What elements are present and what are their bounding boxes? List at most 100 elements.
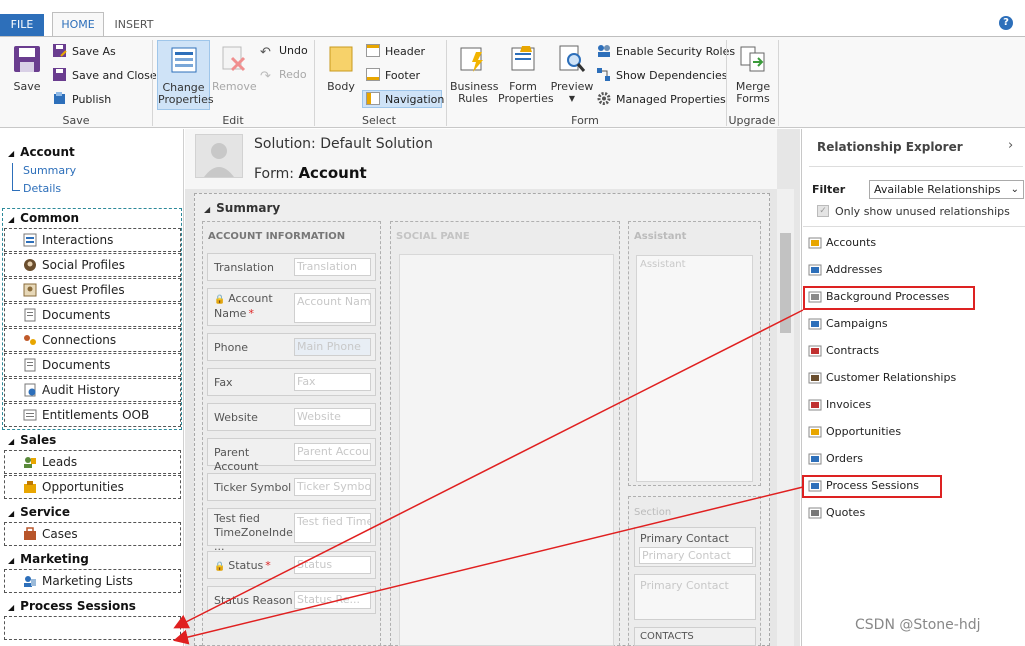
nav-item-documents[interactable]: Documents (4, 303, 181, 327)
primary-contact-card[interactable]: Primary Contact (634, 574, 756, 620)
save-as-button[interactable]: Save As (53, 44, 116, 59)
guest-profiles-icon (23, 283, 37, 297)
form-field[interactable]: Ticker Symbol Ticker Symbol (207, 473, 376, 501)
summary-tab-title[interactable]: ◢ Summary (204, 201, 280, 215)
nav-item-leads[interactable]: Leads (4, 450, 181, 474)
redo-button[interactable]: ↷ Redo (260, 68, 307, 84)
show-dependencies-button[interactable]: Show Dependencies (597, 68, 727, 83)
form-field-input[interactable]: Translation (294, 258, 371, 276)
nav-section-account[interactable]: ◢ Account (8, 145, 75, 159)
form-field[interactable]: Website Website (207, 403, 376, 431)
navigation-button[interactable]: Navigation (362, 90, 444, 108)
relationship-item-opportunities[interactable]: Opportunities (806, 421, 1016, 443)
nav-item-connections[interactable]: Connections (4, 328, 181, 352)
form-field-input[interactable]: Website (294, 408, 371, 426)
relationship-item-campaigns[interactable]: Campaigns (806, 313, 1016, 335)
nav-item-documents-2[interactable]: Documents (4, 353, 181, 377)
nav-item-label: Documents (42, 308, 111, 322)
filter-select[interactable]: Available Relationships ⌄ (869, 180, 1024, 199)
form-field[interactable]: Phone Main Phone (207, 333, 376, 361)
collapse-triangle-icon[interactable]: ◢ (8, 509, 14, 518)
form-field[interactable]: 🔒 Status * Status (207, 551, 376, 579)
header-button[interactable]: Header (366, 44, 425, 59)
collapse-triangle-icon[interactable]: ◢ (8, 149, 14, 158)
nav-item-guest-profiles[interactable]: Guest Profiles (4, 278, 181, 302)
nav-item-entitlements-oob[interactable]: Entitlements OOB (4, 403, 181, 427)
footer-button[interactable]: Footer (366, 68, 420, 83)
merge-forms-button[interactable]: Merge Forms (731, 44, 775, 105)
collapse-triangle-icon[interactable]: ◢ (8, 437, 14, 446)
undo-button[interactable]: ↶ Undo (260, 44, 308, 60)
business-rules-button[interactable]: Business Rules (450, 44, 499, 105)
nav-section-sales[interactable]: ◢ Sales (8, 433, 56, 447)
collapse-triangle-icon[interactable]: ◢ (8, 215, 14, 224)
tab-file[interactable]: FILE (0, 14, 44, 36)
relationship-item-accounts[interactable]: Accounts (806, 232, 1016, 254)
lock-icon: 🔒 (214, 562, 226, 572)
save-button[interactable]: Save (6, 44, 48, 93)
nav-item-cases[interactable]: Cases (4, 522, 181, 546)
preview-dropdown-icon[interactable]: ▼ (550, 93, 594, 105)
primary-contact-field[interactable]: Primary Contact Primary Contact (634, 527, 756, 567)
body-button[interactable]: Body (322, 44, 360, 93)
contacts-subgrid[interactable]: CONTACTS (634, 627, 756, 646)
form-field[interactable]: Status Reason Status Re... (207, 586, 376, 614)
form-field-input[interactable]: Status Re... (294, 591, 371, 609)
tab-home[interactable]: HOME (52, 12, 104, 37)
nav-drop-target[interactable] (4, 616, 181, 640)
nav-item-marketing-lists[interactable]: Marketing Lists (4, 569, 181, 593)
relationship-item-invoices[interactable]: Invoices (806, 394, 1016, 416)
help-icon[interactable]: ? (999, 16, 1013, 30)
form-field-input[interactable]: Account Name (294, 293, 371, 323)
nav-section-service[interactable]: ◢ Service (8, 505, 70, 519)
form-field[interactable]: Translation Translation (207, 253, 376, 281)
form-field[interactable]: Fax Fax (207, 368, 376, 396)
nav-link-summary[interactable]: Summary (23, 164, 76, 177)
form-properties-button[interactable]: Form Properties (498, 44, 554, 105)
form-scrollbar-thumb[interactable] (780, 233, 791, 333)
form-field[interactable]: Parent Account Parent Account (207, 438, 376, 473)
collapse-triangle-icon[interactable]: ◢ (8, 603, 14, 612)
nav-item-opportunities[interactable]: Opportunities (4, 475, 181, 499)
social-pane-control[interactable] (399, 254, 614, 646)
nav-section-marketing[interactable]: ◢ Marketing (8, 552, 89, 566)
account-information-section[interactable] (202, 221, 381, 646)
publish-button[interactable]: Publish (53, 92, 111, 107)
only-unused-checkbox[interactable]: ✓ (817, 205, 829, 217)
relationship-item-customer-relationships[interactable]: Customer Relationships (806, 367, 1016, 389)
collapse-triangle-icon[interactable]: ◢ (8, 556, 14, 565)
relationship-item-orders[interactable]: Orders (806, 448, 1016, 470)
tab-insert[interactable]: INSERT (112, 14, 156, 36)
nav-item-interactions[interactable]: Interactions (4, 228, 181, 252)
primary-contact-input[interactable]: Primary Contact (639, 547, 753, 564)
nav-section-process-sessions[interactable]: ◢ Process Sessions (8, 599, 136, 613)
chevron-right-icon[interactable]: › (1008, 138, 1013, 153)
form-field[interactable]: 🔒 Account Name * Account Name (207, 288, 376, 326)
form-field-label: Translation (214, 261, 294, 275)
nav-link-details[interactable]: Details (23, 182, 61, 195)
collapse-triangle-icon[interactable]: ◢ (204, 205, 210, 214)
entity-image-placeholder[interactable] (195, 134, 243, 178)
form-field-input[interactable]: Main Phone (294, 338, 371, 356)
nav-section-common[interactable]: ◢ Common (8, 211, 79, 225)
form-field[interactable]: Test fied TimeZoneInde...Test fied Time.… (207, 508, 376, 553)
form-field-input[interactable]: Ticker Symbol (294, 478, 371, 496)
managed-properties-button[interactable]: Managed Properties (597, 92, 726, 107)
nav-item-social-profiles[interactable]: Social Profiles (4, 253, 181, 277)
save-and-close-icon (53, 68, 66, 81)
enable-security-roles-button[interactable]: Enable Security Roles (597, 44, 735, 59)
remove-button[interactable]: Remove (212, 44, 257, 93)
contact-section[interactable] (628, 496, 761, 646)
relationship-item-quotes[interactable]: Quotes (806, 502, 1016, 524)
form-field-input[interactable]: Parent Account (294, 443, 371, 461)
relationship-item-addresses[interactable]: Addresses (806, 259, 1016, 281)
form-field-input[interactable]: Fax (294, 373, 371, 391)
change-properties-button[interactable]: Change Properties (157, 40, 214, 110)
assistant-control[interactable]: Assistant (636, 255, 753, 482)
preview-button[interactable]: Preview ▼ (550, 44, 594, 105)
relationship-item-contracts[interactable]: Contracts (806, 340, 1016, 362)
save-and-close-button[interactable]: Save and Close (53, 68, 157, 83)
form-field-input[interactable]: Status (294, 556, 371, 574)
form-field-input[interactable]: Test fied Time... (294, 513, 371, 543)
nav-item-audit-history[interactable]: Audit History (4, 378, 181, 402)
